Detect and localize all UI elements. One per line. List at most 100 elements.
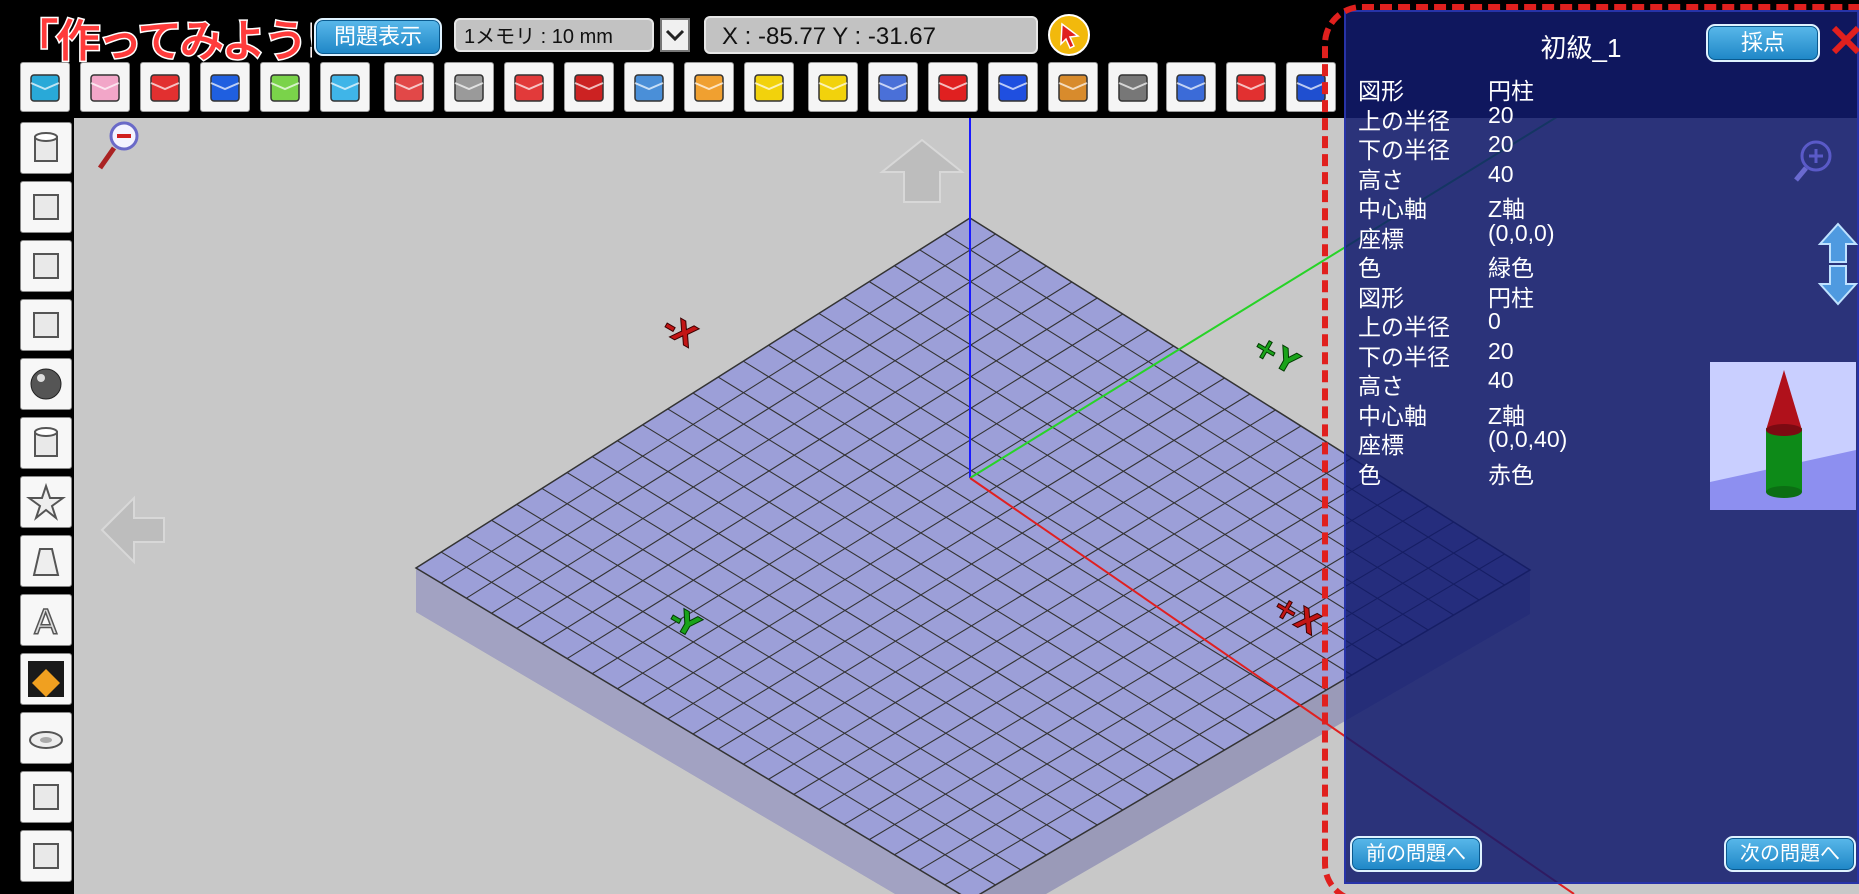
- property-value: (0,0,40): [1488, 426, 1568, 452]
- fit-tool-button[interactable]: [504, 62, 554, 112]
- cursor-icon: [1060, 22, 1080, 50]
- up-down-arrow-icon[interactable]: [1816, 222, 1859, 306]
- book-tool-button[interactable]: [868, 62, 918, 112]
- disk-shape-button[interactable]: [20, 712, 72, 764]
- move-tool-button[interactable]: [260, 62, 310, 112]
- stack-shape-button[interactable]: [20, 830, 72, 882]
- pink-cube-icon: [90, 74, 120, 102]
- chevron-down-icon: [665, 29, 685, 42]
- box-shape-button[interactable]: [20, 240, 72, 292]
- export-tool-button[interactable]: [200, 62, 250, 112]
- svg-text:A: A: [34, 603, 57, 640]
- close-icon[interactable]: [1830, 22, 1859, 62]
- scale-select[interactable]: 1メモリ : 10 mm: [454, 18, 654, 52]
- pan-up-arrow-icon[interactable]: [879, 138, 965, 203]
- app-logo: 「作ってみよう!」: [12, 10, 369, 69]
- import-icon: [150, 74, 180, 102]
- camera-tool-button[interactable]: [1166, 62, 1216, 112]
- export-icon: [210, 74, 240, 102]
- coordinate-readout: X : -85.77 Y : -31.67: [704, 16, 1038, 54]
- walk-icon: [1118, 74, 1148, 102]
- logo-text: 「作ってみよう!」: [14, 16, 312, 66]
- cylinder-shape-button[interactable]: [20, 122, 72, 174]
- wedge-shape-button[interactable]: [20, 299, 72, 351]
- property-value: 20: [1488, 337, 1514, 364]
- brush-icon: [1058, 74, 1088, 102]
- rotate-icon: [330, 74, 360, 102]
- arrow-right-tool-button[interactable]: [988, 62, 1038, 112]
- measure-icon: [754, 74, 784, 102]
- property-value: 0: [1488, 308, 1501, 334]
- box-icon: [33, 253, 59, 279]
- arrow-left-tool-button[interactable]: [928, 62, 978, 112]
- stack-icon: [33, 843, 59, 869]
- tube-shape-button[interactable]: [20, 417, 72, 469]
- property-value: 20: [1488, 131, 1514, 157]
- property-value: 40: [1488, 367, 1514, 393]
- help-tool-button[interactable]: [1286, 62, 1336, 112]
- extrude-icon: [454, 74, 484, 102]
- import-tool-button[interactable]: [140, 62, 190, 112]
- cube-icon: [33, 194, 59, 220]
- cube-view-tool-button[interactable]: [20, 62, 70, 112]
- sphere-shape-button[interactable]: [20, 358, 72, 410]
- brush-tool-button[interactable]: [1048, 62, 1098, 112]
- extrude-tool-button[interactable]: [444, 62, 494, 112]
- block-shape-button[interactable]: [20, 771, 72, 823]
- cube-shape-button[interactable]: [20, 181, 72, 233]
- zoom-out-icon[interactable]: [97, 121, 139, 170]
- drop-tool-button[interactable]: [384, 62, 434, 112]
- move-icon: [270, 74, 300, 102]
- texture-icon: [28, 661, 64, 697]
- property-key: 色: [1358, 461, 1381, 488]
- cut-tool-button[interactable]: [564, 62, 614, 112]
- cut-icon: [574, 74, 604, 102]
- sphere-icon: [30, 368, 62, 400]
- comment-icon: [634, 74, 664, 102]
- pos-y-label: +Y: [1246, 328, 1305, 382]
- arrow-left-icon: [938, 74, 968, 102]
- text-shape-button[interactable]: A: [20, 594, 72, 646]
- block-icon: [33, 784, 59, 810]
- measure-tool-button[interactable]: [744, 62, 794, 112]
- settings-icon: [818, 74, 848, 102]
- settings-tool-button[interactable]: [808, 62, 858, 112]
- page-tool-button[interactable]: [1226, 62, 1276, 112]
- text-icon: A: [33, 602, 58, 640]
- app-window: 「作ってみよう!」 問題表示 1メモリ : 10 mm X : -85.77 Y…: [0, 0, 1859, 894]
- star-icon: [26, 482, 66, 521]
- wedge-icon: [33, 312, 59, 338]
- star-shape-button[interactable]: [20, 476, 72, 528]
- cone-shape-button[interactable]: [20, 535, 72, 587]
- property-value: 赤色: [1488, 461, 1534, 488]
- problem-display-button[interactable]: 問題表示: [314, 18, 442, 56]
- palette-tool-button[interactable]: [684, 62, 734, 112]
- grade-button[interactable]: 採点: [1706, 24, 1820, 62]
- preview-image: [1710, 370, 1856, 510]
- property-value: 40: [1488, 160, 1514, 187]
- walk-tool-button[interactable]: [1108, 62, 1158, 112]
- tube-icon: [34, 427, 58, 457]
- problem-panel: 初級_1 採点 図形 円柱 上の半径 20 下の半径 20 高さ 40 中心軸 Z軸 座標 (0,0,…: [1344, 10, 1859, 884]
- next-problem-button[interactable]: 次の問題へ: [1724, 836, 1856, 872]
- help-icon: [1296, 74, 1326, 102]
- disk-icon: [29, 731, 63, 749]
- model-preview: [1710, 362, 1856, 510]
- prev-problem-button[interactable]: 前の問題へ: [1350, 836, 1482, 872]
- book-icon: [878, 74, 908, 102]
- zoom-in-icon[interactable]: [1794, 138, 1834, 182]
- comment-tool-button[interactable]: [624, 62, 674, 112]
- cone-icon: [32, 548, 60, 576]
- neg-x-label: -X: [656, 308, 702, 355]
- arrow-right-icon: [998, 74, 1028, 102]
- shape-sidebar: A: [0, 118, 74, 894]
- cube-view-icon: [30, 74, 60, 102]
- rotate-tool-button[interactable]: [320, 62, 370, 112]
- texture-shape-button[interactable]: [20, 653, 72, 705]
- cylinder-icon: [34, 132, 58, 162]
- pan-left-arrow-icon[interactable]: [100, 495, 165, 565]
- pointer-mode-button[interactable]: [1048, 14, 1090, 56]
- property-value: 20: [1488, 101, 1514, 128]
- pink-cube-tool-button[interactable]: [80, 62, 130, 112]
- scale-dropdown-button[interactable]: [660, 18, 690, 52]
